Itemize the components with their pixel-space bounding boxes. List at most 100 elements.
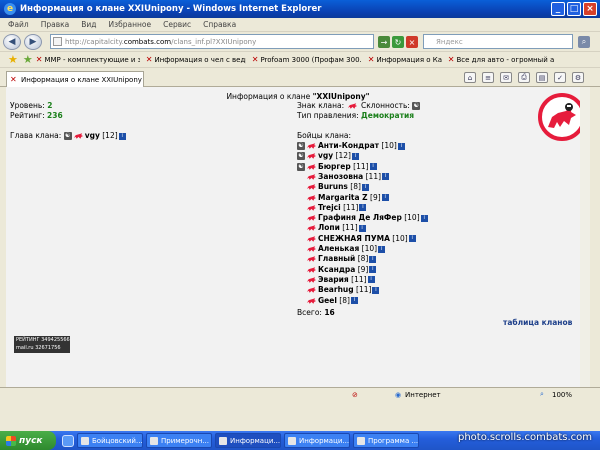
info-icon[interactable]: i bbox=[397, 142, 405, 150]
member-name[interactable]: Эвария bbox=[318, 275, 349, 284]
leader-name[interactable]: vgy bbox=[85, 131, 100, 140]
unicorn-icon bbox=[306, 266, 317, 273]
member-name[interactable]: Margarita Z bbox=[318, 193, 368, 202]
taskbar-item[interactable]: Программа ... bbox=[353, 433, 419, 448]
feeds-icon[interactable]: ≡ bbox=[482, 72, 494, 83]
unicorn-icon bbox=[306, 143, 317, 149]
unicorn-icon bbox=[306, 277, 317, 283]
info-icon[interactable]: i bbox=[359, 204, 367, 212]
ie-quicklaunch-icon[interactable] bbox=[62, 434, 74, 447]
start-button[interactable]: пуск bbox=[0, 431, 56, 450]
favorite-item[interactable]: ✕Информация о чел с ведром bbox=[146, 56, 246, 64]
favorite-item[interactable]: ✕ ММР - комплектующие и з... bbox=[36, 56, 140, 64]
menu-favorites[interactable]: Избранное bbox=[109, 20, 152, 29]
level-row: Уровень: 2 bbox=[10, 101, 53, 110]
member-name[interactable]: Главный bbox=[318, 254, 355, 263]
info-icon[interactable]: i bbox=[367, 276, 375, 284]
forward-button[interactable]: ▶ bbox=[24, 33, 42, 50]
alignment-icon: ☯ bbox=[63, 132, 72, 140]
favorite-item[interactable]: ✕ Все для авто - огромный а... bbox=[448, 56, 554, 64]
member-name[interactable]: vgy bbox=[318, 151, 333, 160]
safety-icon[interactable]: ✓ bbox=[554, 72, 566, 83]
taskbar-item-active[interactable]: Информаци... bbox=[215, 433, 281, 448]
tools-gear-icon[interactable]: ⚙ bbox=[572, 72, 584, 83]
rating-counter-badge[interactable]: РЕЙТИНГ 349425566 mail.ru 32671756 bbox=[14, 336, 70, 353]
member-row: Лопи [11] i bbox=[297, 223, 366, 233]
menu-edit[interactable]: Правка bbox=[41, 20, 70, 29]
member-name[interactable]: Занозовна bbox=[318, 172, 363, 181]
taskbar-item[interactable]: Примерочн... bbox=[146, 433, 212, 448]
favorite-item[interactable]: ✕ Profoam 3000 (Профам 300... bbox=[252, 56, 362, 64]
member-level: [8] bbox=[350, 182, 361, 192]
security-zone: Интернет bbox=[405, 390, 441, 399]
member-name[interactable]: СНЕЖНАЯ ПУМА bbox=[318, 234, 390, 243]
favorites-star-icon[interactable]: ★ bbox=[8, 53, 18, 66]
member-row: ☯ Анти-Кондрат [10] i bbox=[297, 141, 405, 151]
member-row: Главный [8] i bbox=[297, 254, 377, 264]
url-prefix: http://capitalcity. bbox=[65, 37, 124, 46]
info-icon[interactable]: i bbox=[358, 224, 366, 232]
favorite-item[interactable]: ✕Информация о Казль bbox=[368, 56, 442, 64]
menu-help[interactable]: Справка bbox=[203, 20, 236, 29]
member-name[interactable]: Trejci bbox=[318, 203, 341, 212]
zoom-icon[interactable]: ⌕ bbox=[540, 390, 544, 399]
stop-icon[interactable]: × bbox=[406, 36, 418, 48]
member-name[interactable]: Графиня Де ЛяФер bbox=[318, 213, 402, 222]
info-icon[interactable]: i bbox=[369, 163, 377, 171]
info-icon[interactable]: i bbox=[369, 266, 377, 274]
tab-clan-info[interactable]: ✕ Информация о клане XXIUnipony bbox=[6, 71, 144, 87]
search-icon[interactable]: ⌕ bbox=[578, 36, 590, 48]
menu-view[interactable]: Вид bbox=[81, 20, 96, 29]
member-name[interactable]: Ксандра bbox=[318, 265, 355, 274]
info-icon[interactable]: i bbox=[350, 297, 358, 304]
member-level: [9] bbox=[357, 264, 369, 274]
taskbar-item[interactable]: Бойцовский... bbox=[77, 433, 143, 448]
member-level: [11] bbox=[342, 223, 358, 233]
member-name[interactable]: Бюргер bbox=[318, 162, 351, 171]
clans-table-link[interactable]: таблица кланов bbox=[503, 318, 572, 327]
member-name[interactable]: Buruns bbox=[318, 182, 348, 191]
clan-logo bbox=[538, 93, 586, 141]
info-icon[interactable]: i bbox=[361, 183, 369, 191]
zoom-level[interactable]: 100% bbox=[552, 391, 572, 399]
info-icon[interactable]: i bbox=[378, 245, 386, 253]
member-name[interactable]: Аленькая bbox=[318, 244, 359, 253]
info-icon[interactable]: i bbox=[408, 235, 416, 243]
menu-tools[interactable]: Сервис bbox=[163, 20, 191, 29]
page-menu-icon[interactable]: ▤ bbox=[536, 72, 548, 83]
info-icon[interactable]: i bbox=[118, 132, 126, 140]
member-name[interactable]: Bearhug bbox=[318, 285, 354, 294]
url-suffix: /clans_inf.pl?XXIUnipony bbox=[171, 37, 257, 46]
mail-icon[interactable]: ✉ bbox=[500, 72, 512, 83]
member-name[interactable]: Лопи bbox=[318, 223, 340, 232]
info-icon[interactable]: i bbox=[372, 286, 380, 294]
info-icon[interactable]: i bbox=[369, 255, 377, 263]
info-icon[interactable]: i bbox=[351, 152, 359, 160]
member-level: [10] bbox=[404, 213, 420, 223]
refresh-icon[interactable]: ↻ bbox=[392, 36, 404, 48]
command-bar: ⌂ ≡ ✉ ⎙ ▤ ✓ ⚙ bbox=[464, 72, 584, 83]
info-icon[interactable]: i bbox=[382, 173, 390, 181]
address-bar[interactable]: http://capitalcity. combats.com/clans_inf… bbox=[50, 34, 374, 49]
back-button[interactable]: ◀ bbox=[3, 33, 21, 50]
taskbar-item[interactable]: Информаци... bbox=[284, 433, 350, 448]
home-icon[interactable]: ⌂ bbox=[464, 72, 476, 83]
info-icon[interactable]: i bbox=[420, 214, 428, 222]
info-icon[interactable]: i bbox=[381, 194, 389, 201]
unicorn-icon bbox=[306, 297, 317, 304]
government-value: Демократия bbox=[361, 111, 415, 120]
add-favorite-icon[interactable]: ★ bbox=[23, 53, 33, 66]
url-domain: combats.com bbox=[123, 37, 172, 46]
close-button[interactable]: × bbox=[583, 2, 597, 16]
member-name[interactable]: Geel bbox=[318, 296, 337, 305]
maximize-button[interactable]: □ bbox=[567, 2, 581, 16]
tab-bar: ✕ Информация о клане XXIUnipony ⌂ ≡ ✉ ⎙ … bbox=[0, 68, 600, 87]
go-icon[interactable]: → bbox=[378, 36, 390, 48]
search-input[interactable]: Яндекс bbox=[423, 34, 573, 49]
print-icon[interactable]: ⎙ bbox=[518, 72, 530, 83]
minimize-button[interactable]: _ bbox=[551, 2, 565, 16]
watermark: photo.scrolls.combats.com bbox=[457, 432, 592, 443]
member-name[interactable]: Анти-Кондрат bbox=[318, 141, 379, 150]
menu-file[interactable]: Файл bbox=[8, 20, 29, 29]
scrollbar[interactable] bbox=[580, 87, 590, 387]
